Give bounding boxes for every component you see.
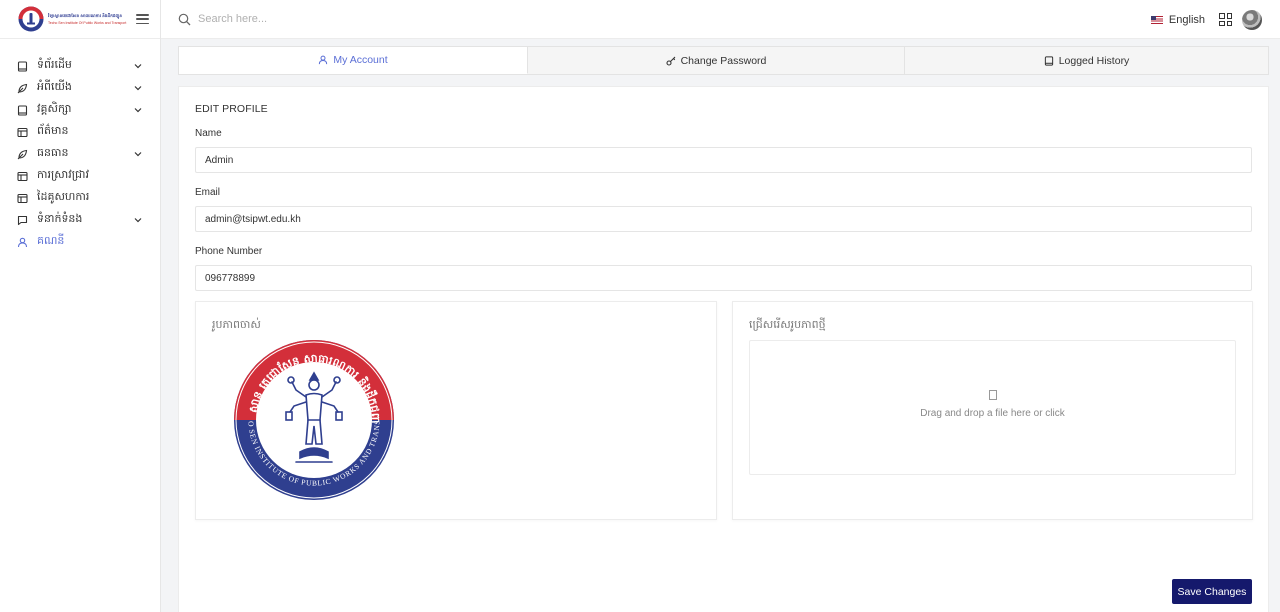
chevron-down-icon — [134, 216, 142, 224]
sidebar-item-news[interactable]: ព័ត៌មាន — [0, 121, 160, 143]
book-icon — [1044, 55, 1054, 66]
sidebar-item-research[interactable]: ការស្រាវជ្រាវ — [0, 165, 160, 187]
sidebar-menu: ទំព័រដើម អំពីយើង វគ្គសិក្សា ព័ត៌មាន ធនធា… — [0, 39, 160, 253]
sidebar-item-label: គណនី — [37, 234, 65, 247]
email-field[interactable] — [195, 206, 1252, 232]
brand-text: វិទ្យាស្ថានតេជោសែន សាធារណការ និងដឹកជញ្ជូ… — [48, 13, 128, 25]
sidebar-item-about[interactable]: អំពីយើង — [0, 77, 160, 99]
section-title: EDIT PROFILE — [195, 103, 268, 115]
chevron-down-icon — [134, 62, 142, 70]
avatar[interactable] — [1242, 9, 1262, 30]
chevron-down-icon — [134, 106, 142, 114]
brand-title-kh: វិទ្យាស្ថានតេជោសែន សាធារណការ និងដឹកជញ្ជូ… — [48, 13, 123, 18]
brand-title-en: Techo Sen Institute Of Public Works and … — [48, 21, 127, 25]
sidebar-item-label: ការស្រាវជ្រាវ — [37, 168, 89, 181]
leaf-icon — [16, 148, 28, 160]
save-changes-button[interactable]: Save Changes — [1172, 579, 1252, 604]
brand-logo[interactable] — [18, 6, 44, 32]
sidebar-item-label: ទំនាក់ទំនង — [37, 212, 83, 225]
new-image-panel: ជ្រើសរើសរូបភាពថ្មី Drag and drop a file … — [732, 301, 1253, 520]
sidebar-item-courses[interactable]: វគ្គសិក្សា — [0, 99, 160, 121]
tab-label: Logged History — [1058, 54, 1130, 67]
brand: វិទ្យាស្ថានតេជោសែន សាធារណការ និងដឹកជញ្ជូ… — [0, 0, 160, 39]
name-field[interactable] — [195, 147, 1252, 173]
top-bar: English — [161, 0, 1280, 39]
sidebar-item-label: ដៃគូសហការ — [37, 190, 90, 203]
dropzone-text: Drag and drop a file here or click — [920, 408, 1065, 419]
language-label: English — [1168, 13, 1205, 26]
chevron-down-icon — [134, 84, 142, 92]
name-label: Name — [195, 128, 222, 139]
sidebar-item-label: ទំព័រដើម — [37, 58, 72, 71]
phone-field[interactable] — [195, 265, 1252, 291]
sidebar-item-label: អំពីយើង — [37, 80, 72, 93]
layout-icon — [16, 170, 28, 182]
new-image-title: ជ្រើសរើសរូបភាពថ្មី — [749, 318, 826, 331]
chat-icon — [16, 214, 28, 226]
sidebar-item-resources[interactable]: ធនធាន — [0, 143, 160, 165]
file-icon — [988, 390, 997, 400]
tab-my-account[interactable]: My Account — [179, 47, 528, 74]
sidebar-item-home[interactable]: ទំព័រដើម — [0, 55, 160, 77]
search-input[interactable] — [198, 13, 498, 25]
sidebar-item-label: ព័ត៌មាន — [37, 124, 69, 137]
menu-toggle-icon[interactable] — [136, 14, 149, 24]
sidebar-item-partners[interactable]: ដៃគូសហការ — [0, 187, 160, 209]
book-icon — [16, 104, 28, 116]
apps-grid-icon[interactable] — [1219, 13, 1232, 26]
account-tabs: My Account Change Password Logged Histor… — [178, 46, 1269, 75]
tab-label: Change Password — [680, 54, 767, 67]
email-label: Email — [195, 187, 221, 198]
sidebar-item-label: វគ្គសិក្សា — [37, 102, 72, 115]
sidebar-item-contact[interactable]: ទំនាក់ទំនង — [0, 209, 160, 231]
institute-seal-logo: វិទ្យាស្ថាន តេជោសែន សាធារណការ និងដឹកជញ្ជ… — [234, 340, 394, 500]
layout-icon — [16, 192, 28, 204]
old-image-panel: រូបភាពចាស់ វិទ្យាស្ថាន តេជោសែន សាធារណការ… — [195, 301, 717, 520]
tab-logged-history[interactable]: Logged History — [905, 47, 1268, 74]
sidebar: វិទ្យាស្ថានតេជោសែន សាធារណការ និងដឹកជញ្ជូ… — [0, 0, 161, 612]
edit-profile-card: EDIT PROFILE Name Email Phone Number រូប… — [178, 86, 1269, 612]
user-icon — [16, 236, 28, 248]
user-icon — [318, 55, 328, 65]
leaf-icon — [16, 82, 28, 94]
top-right-controls: English — [1150, 0, 1262, 39]
sidebar-item-label: ធនធាន — [37, 146, 69, 159]
language-selector[interactable]: English — [1150, 13, 1205, 26]
old-image-title: រូបភាពចាស់ — [212, 318, 261, 331]
file-dropzone[interactable]: Drag and drop a file here or click — [749, 340, 1236, 475]
book-icon — [16, 60, 28, 72]
tab-change-password[interactable]: Change Password — [528, 47, 905, 74]
phone-label: Phone Number — [195, 246, 263, 257]
key-icon — [666, 56, 676, 66]
us-flag-icon — [1150, 15, 1163, 24]
search-icon[interactable] — [178, 12, 192, 26]
sidebar-item-account[interactable]: គណនី — [0, 231, 160, 253]
layout-icon — [16, 126, 28, 138]
tab-label: My Account — [333, 54, 388, 66]
chevron-down-icon — [134, 150, 142, 158]
